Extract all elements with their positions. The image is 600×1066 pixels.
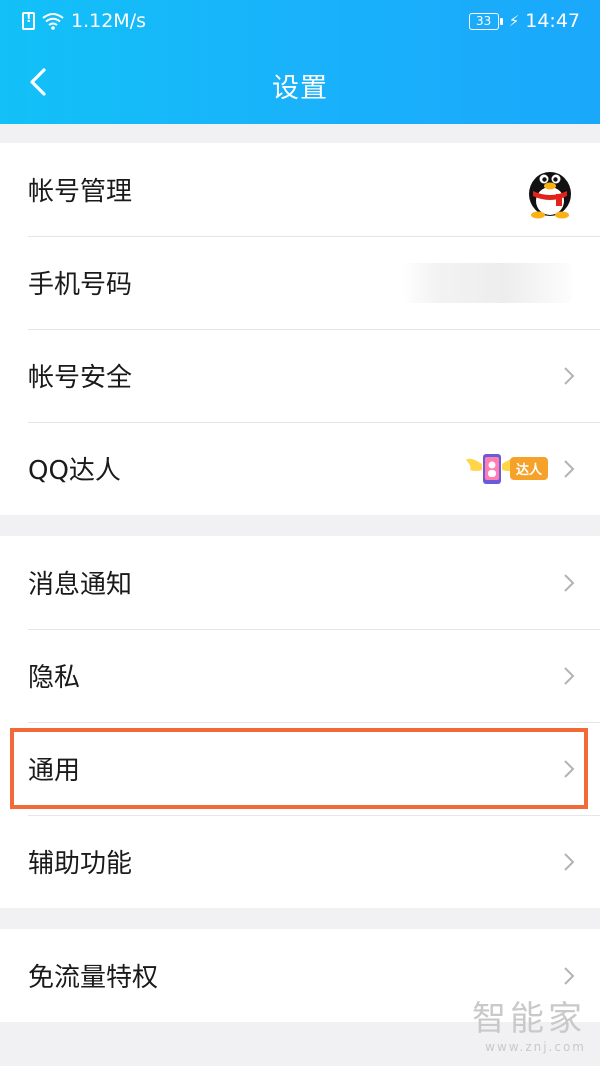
chevron-right-icon xyxy=(564,759,575,778)
settings-group-general: 消息通知 隐私 通用 辅助功能 xyxy=(0,536,600,908)
page-title: 设置 xyxy=(272,73,328,104)
watermark-text: 智能家 xyxy=(472,999,586,1039)
settings-row-accessibility[interactable]: 辅助功能 xyxy=(0,815,600,908)
qq-penguin-avatar-icon xyxy=(529,171,571,218)
chevron-right-icon xyxy=(564,966,575,985)
row-label: 免流量特权 xyxy=(28,963,159,993)
row-label: 帐号管理 xyxy=(28,177,133,207)
watermark: 智能家 www.znj.com xyxy=(472,991,586,1054)
chevron-right-icon xyxy=(564,366,575,385)
row-label: 辅助功能 xyxy=(28,849,133,879)
status-bar: 1.12M/s 33 ⚡ 14:47 xyxy=(0,0,600,42)
chevron-right-icon xyxy=(564,573,575,592)
row-label: 通用 xyxy=(28,756,81,786)
chevron-right-icon xyxy=(564,459,575,478)
settings-row-account-security[interactable]: 帐号安全 xyxy=(0,329,600,422)
app-header: 1.12M/s 33 ⚡ 14:47 设置 xyxy=(0,0,600,124)
network-speed: 1.12M/s xyxy=(71,10,146,32)
settings-row-general[interactable]: 通用 xyxy=(0,722,600,815)
chevron-right-icon xyxy=(564,666,575,685)
badge-label: 达人 xyxy=(509,457,548,480)
row-label: 隐私 xyxy=(28,663,81,693)
chevron-right-icon xyxy=(564,852,575,871)
settings-group-account: 帐号管理 手机号码 帐号安全 QQ达人 达人 xyxy=(0,143,600,515)
watermark-url: www.znj.com xyxy=(485,1040,586,1054)
charging-bolt-icon: ⚡ xyxy=(508,12,520,30)
row-label: 手机号码 xyxy=(28,270,133,300)
settings-row-phone-number[interactable]: 手机号码 xyxy=(0,236,600,329)
sim-alert-icon xyxy=(22,11,35,30)
row-label: 消息通知 xyxy=(28,570,133,600)
status-time: 14:47 xyxy=(525,10,580,32)
row-label: QQ达人 xyxy=(28,456,121,486)
settings-row-notifications[interactable]: 消息通知 xyxy=(0,536,600,629)
settings-row-qq-expert[interactable]: QQ达人 达人 xyxy=(0,422,600,515)
settings-row-privacy[interactable]: 隐私 xyxy=(0,629,600,722)
battery-icon: 33 xyxy=(468,12,503,30)
wifi-icon xyxy=(42,13,64,30)
settings-row-account-management[interactable]: 帐号管理 xyxy=(0,143,600,236)
row-label: 帐号安全 xyxy=(28,363,133,393)
blurred-phone-number xyxy=(402,262,572,303)
qq-expert-badge: 达人 xyxy=(465,450,548,488)
